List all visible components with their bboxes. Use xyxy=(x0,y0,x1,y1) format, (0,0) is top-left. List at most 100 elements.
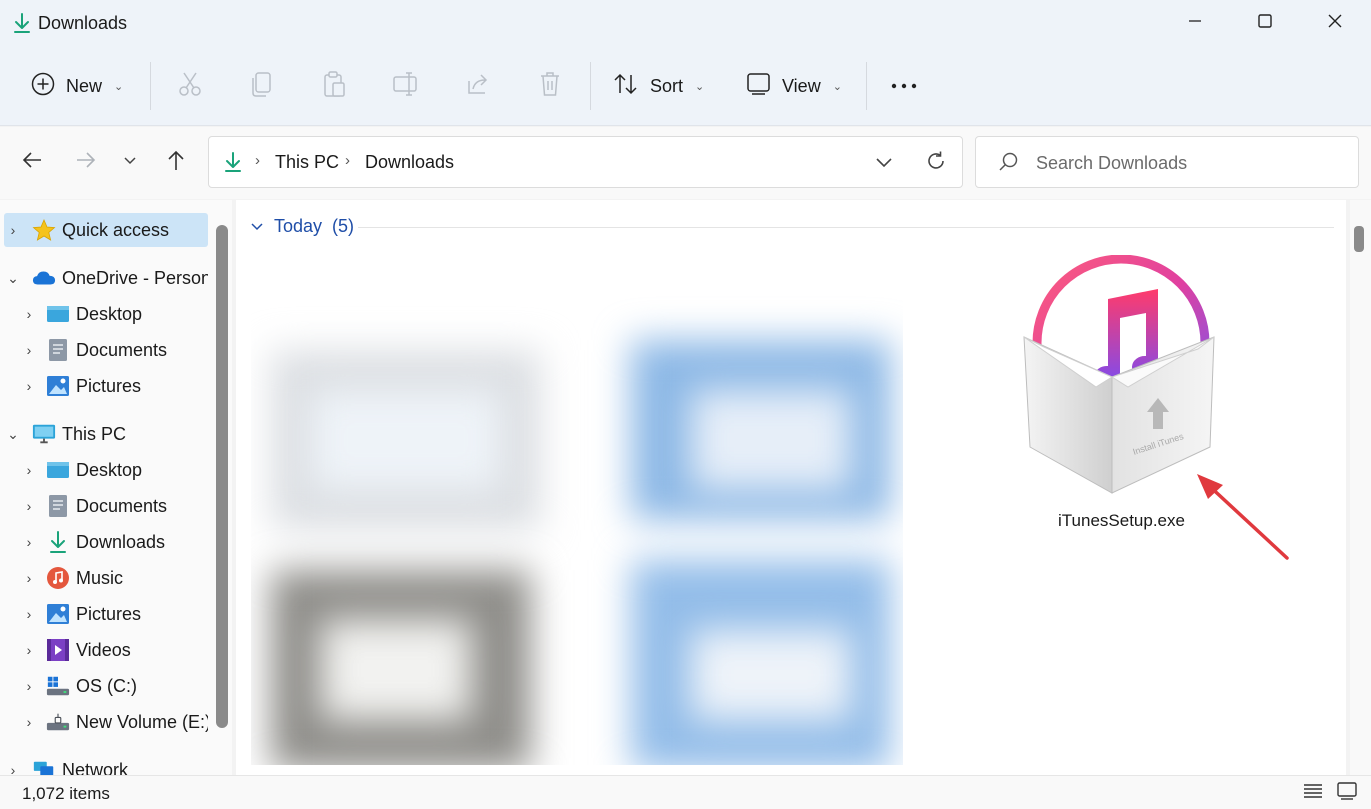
sidebar-item-downloads[interactable]: › Downloads xyxy=(4,525,208,559)
view-button[interactable]: View ⌄ xyxy=(746,68,842,104)
rename-button[interactable] xyxy=(388,70,424,102)
sidebar-item-pictures[interactable]: › Pictures xyxy=(4,597,208,631)
more-options-button[interactable] xyxy=(886,70,922,102)
windows-drive-icon xyxy=(46,675,70,697)
chevron-down-icon: ⌄ xyxy=(114,80,124,93)
file-thumbnail-detail xyxy=(321,620,471,720)
chevron-right-icon[interactable]: › xyxy=(20,306,38,322)
breadcrumb-separator-icon: › xyxy=(345,152,350,169)
navigation-pane: › Quick access ⌄ OneDrive - Personal › D… xyxy=(0,200,232,775)
maximize-button[interactable] xyxy=(1230,0,1300,46)
up-button[interactable] xyxy=(158,144,194,180)
documents-folder-icon xyxy=(46,495,70,517)
paste-button[interactable] xyxy=(316,70,352,102)
chevron-right-icon[interactable]: › xyxy=(20,678,38,694)
cut-icon xyxy=(177,70,203,103)
sidebar-item-this-pc[interactable]: ⌄ This PC xyxy=(4,417,208,451)
details-view-button[interactable] xyxy=(1301,781,1325,805)
copy-button[interactable] xyxy=(244,70,280,102)
cloud-icon xyxy=(32,267,56,289)
chevron-right-icon[interactable]: › xyxy=(20,462,38,478)
large-icons-view-button[interactable] xyxy=(1335,781,1359,805)
breadcrumb-this-pc[interactable]: This PC xyxy=(275,152,339,173)
command-bar: New ⌄ Sort ⌄ View ⌄ xyxy=(0,48,1371,126)
group-label: Today xyxy=(274,216,323,236)
search-box[interactable] xyxy=(975,136,1359,188)
monitor-icon xyxy=(32,423,56,445)
plus-circle-icon xyxy=(30,71,56,102)
file-thumbnail-detail xyxy=(691,390,851,490)
refresh-icon xyxy=(925,151,947,176)
chevron-right-icon[interactable]: › xyxy=(20,534,38,550)
sidebar-item-os-c[interactable]: › OS (C:) xyxy=(4,669,208,703)
share-icon xyxy=(465,71,491,102)
sidebar-item-network[interactable]: › Network xyxy=(4,753,208,775)
chevron-right-icon[interactable]: › xyxy=(20,498,38,514)
group-header-today[interactable]: Today (5) xyxy=(250,216,354,237)
file-thumbnail-detail xyxy=(311,390,501,490)
delete-icon xyxy=(538,70,562,103)
sidebar-item-onedrive[interactable]: ⌄ OneDrive - Personal xyxy=(4,261,208,295)
chevron-right-icon[interactable]: › xyxy=(4,762,22,775)
chevron-right-icon[interactable]: › xyxy=(20,714,38,730)
delete-button[interactable] xyxy=(532,70,568,102)
search-input[interactable] xyxy=(1036,150,1346,176)
sidebar-item-quick-access[interactable]: › Quick access xyxy=(4,213,208,247)
share-button[interactable] xyxy=(460,70,496,102)
refresh-button[interactable] xyxy=(925,150,947,177)
cut-button[interactable] xyxy=(172,70,208,102)
star-icon xyxy=(32,219,56,241)
video-icon xyxy=(46,639,70,661)
minimize-button[interactable] xyxy=(1160,0,1230,46)
sidebar-item-onedrive-documents[interactable]: › Documents xyxy=(4,333,208,367)
chevron-down-icon: ⌄ xyxy=(832,80,842,93)
forward-button[interactable] xyxy=(68,144,104,180)
file-thumbnail-detail xyxy=(691,630,851,720)
sidebar-item-desktop[interactable]: › Desktop xyxy=(4,453,208,487)
scrollbar-thumb[interactable] xyxy=(216,225,228,728)
network-icon xyxy=(32,759,56,775)
close-icon xyxy=(1327,13,1343,34)
download-arrow-icon xyxy=(12,12,32,34)
maximize-icon xyxy=(1257,13,1273,34)
chevron-right-icon[interactable]: › xyxy=(20,378,38,394)
documents-folder-icon xyxy=(46,339,70,361)
chevron-right-icon[interactable]: › xyxy=(4,222,22,238)
chevron-right-icon[interactable]: › xyxy=(20,570,38,586)
blurred-thumbnails xyxy=(251,280,903,765)
sidebar-item-onedrive-desktop[interactable]: › Desktop xyxy=(4,297,208,331)
pictures-folder-icon xyxy=(46,375,70,397)
separator xyxy=(150,62,151,110)
chevron-down-icon[interactable]: ⌄ xyxy=(4,270,22,287)
music-icon xyxy=(46,567,70,589)
chevron-right-icon[interactable]: › xyxy=(20,606,38,622)
arrow-up-icon xyxy=(166,149,186,176)
sidebar-item-documents[interactable]: › Documents xyxy=(4,489,208,523)
back-button[interactable] xyxy=(14,144,50,180)
scrollbar-thumb[interactable] xyxy=(1354,226,1364,252)
separator xyxy=(866,62,867,110)
item-count: 1,072 items xyxy=(22,784,110,803)
address-history-dropdown[interactable] xyxy=(875,156,893,174)
navigation-pane-scrollbar[interactable] xyxy=(216,225,228,728)
chevron-right-icon[interactable]: › xyxy=(20,342,38,358)
sidebar-item-music[interactable]: › Music xyxy=(4,561,208,595)
file-name-label[interactable]: iTunesSetup.exe xyxy=(1058,511,1185,531)
new-button[interactable]: New ⌄ xyxy=(30,68,123,104)
breadcrumb-separator-icon: › xyxy=(255,152,260,169)
copy-icon xyxy=(250,70,274,103)
desktop-folder-icon xyxy=(46,459,70,481)
breadcrumb-downloads[interactable]: Downloads xyxy=(365,152,454,173)
sidebar-item-new-volume-e[interactable]: › New Volume (E:) xyxy=(4,705,208,739)
chevron-down-icon[interactable]: ⌄ xyxy=(4,426,22,443)
address-bar[interactable]: › This PC › Downloads xyxy=(208,136,963,188)
sidebar-item-onedrive-pictures[interactable]: › Pictures xyxy=(4,369,208,403)
sidebar-item-videos[interactable]: › Videos xyxy=(4,633,208,667)
close-button[interactable] xyxy=(1300,0,1370,46)
sort-button[interactable]: Sort ⌄ xyxy=(612,68,704,104)
content-scrollbar[interactable] xyxy=(1350,200,1371,775)
chevron-right-icon[interactable]: › xyxy=(20,642,38,658)
recent-locations-button[interactable] xyxy=(112,144,148,180)
minimize-icon xyxy=(1187,13,1203,34)
drive-icon xyxy=(46,711,70,733)
